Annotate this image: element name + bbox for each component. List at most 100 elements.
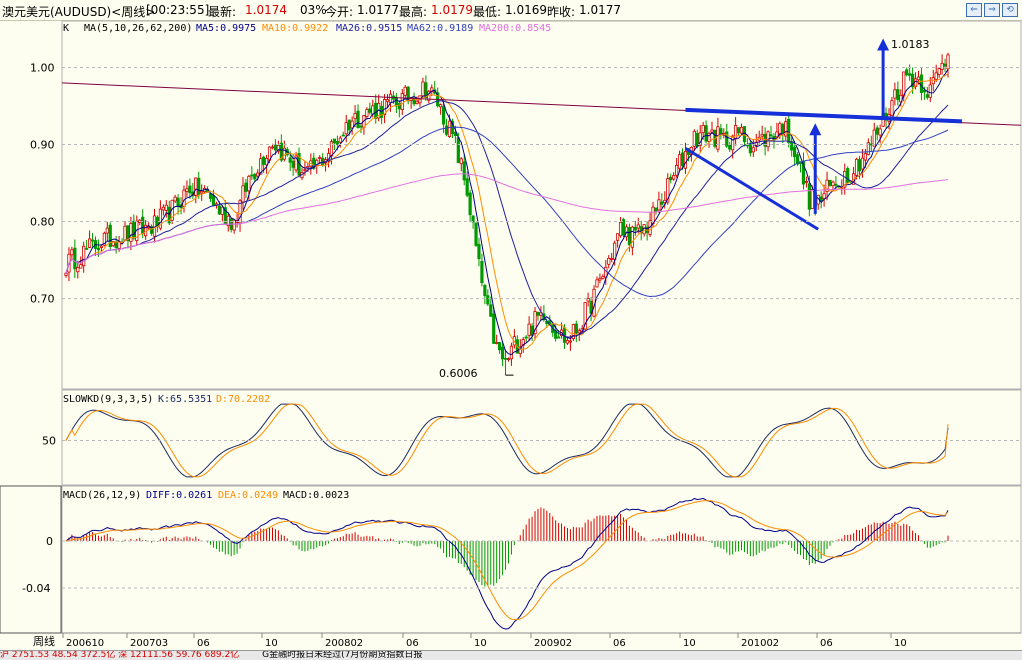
candle-body: [863, 153, 868, 161]
macd-histogram: [68, 507, 949, 587]
candle-body: [441, 106, 446, 125]
candle-body: [902, 71, 906, 97]
time-tick-label: 200610: [66, 638, 104, 649]
legend-ma200: MA200:0.8545: [479, 23, 551, 34]
legend-kd-k: K:65.5351: [158, 394, 212, 405]
kd-tick-label: 50: [42, 435, 56, 448]
annotation-low: 0.6006: [439, 367, 478, 380]
candle-body: [943, 63, 947, 67]
candle-body: [152, 215, 157, 237]
candle-body: [500, 346, 505, 360]
candle-body: [374, 102, 378, 120]
candle-body: [854, 158, 859, 176]
candle-body: [701, 125, 705, 133]
candle-body: [182, 189, 186, 207]
candle-body: [388, 93, 393, 104]
candle-body: [725, 131, 729, 147]
candle-body: [928, 84, 932, 98]
chart-area[interactable]: 1.00 0.90 0.80 0.70 50 0 -0.04 200610 200703 06 10…: [0, 0, 1022, 650]
candle-body: [483, 285, 487, 297]
candle-body: [734, 124, 738, 140]
candle-body: [241, 185, 245, 203]
candle-body: [946, 54, 950, 70]
candle-body: [536, 311, 540, 316]
time-tick-label: 06: [406, 638, 419, 649]
candle-body: [359, 125, 363, 128]
candle-body: [288, 157, 292, 163]
candle-body: [477, 243, 481, 260]
candle-body: [173, 196, 177, 202]
candle-body: [123, 225, 127, 241]
candle-body: [731, 135, 735, 151]
candle-body: [860, 157, 865, 170]
candle-body: [76, 267, 80, 273]
time-tick-label: 201002: [741, 638, 779, 649]
legend-macd-value: MACD:0.0023: [283, 490, 349, 501]
candle-body: [680, 152, 685, 167]
candle-body: [96, 247, 101, 251]
candle-body: [70, 249, 74, 256]
price-tick-label: 0.90: [30, 139, 55, 152]
candle-body: [338, 137, 342, 143]
candle-body: [627, 227, 632, 246]
candle-body: [908, 73, 912, 76]
legend-macd-dea: DEA:0.0249: [218, 490, 278, 501]
price-panel: [61, 38, 1022, 376]
candle-body: [456, 137, 460, 163]
price-tick-label: 0.70: [30, 293, 55, 306]
candle-body: [341, 134, 345, 137]
candle-body: [400, 93, 404, 111]
time-tick-label: 10: [474, 638, 487, 649]
candle-body: [318, 157, 322, 159]
candle-body: [146, 226, 151, 229]
time-tick-label: 10: [265, 638, 278, 649]
candle-body: [760, 133, 764, 137]
candle-body: [568, 340, 573, 343]
time-tick-label: 10: [683, 638, 696, 649]
candle-body: [421, 81, 425, 97]
candle-body: [471, 215, 475, 223]
candle-body: [787, 118, 791, 143]
candle-body: [893, 89, 897, 99]
candle-body: [208, 193, 213, 199]
candle-body: [872, 129, 876, 147]
candle-body: [565, 340, 570, 344]
candle-body: [250, 174, 254, 177]
candle-body: [105, 227, 109, 234]
candle-body: [857, 159, 862, 172]
candle-body: [247, 175, 251, 192]
candle-body: [344, 122, 348, 135]
candle-body: [329, 141, 334, 157]
candle-body: [412, 99, 416, 105]
candle-body: [462, 161, 466, 181]
candle-body: [480, 260, 484, 284]
neckline-drawing: [685, 107, 963, 124]
candle-body: [790, 141, 794, 151]
candle-body: [922, 89, 927, 93]
candle-body: [595, 279, 599, 288]
legend-macd-title: MACD(26,12,9): [63, 490, 141, 501]
candle-body: [465, 178, 469, 196]
candle-body: [710, 129, 714, 133]
candle-body: [82, 245, 86, 267]
candle-body: [636, 224, 640, 229]
legend-ma5: MA5:0.9975: [196, 23, 256, 34]
candle-body: [371, 105, 375, 115]
legend-ma10: MA10:0.9922: [262, 23, 328, 34]
time-tick-label: 10: [894, 638, 907, 649]
time-tick-label: 200802: [325, 638, 363, 649]
candle-body: [129, 223, 133, 242]
legend-ma62: MA62:0.9189: [407, 23, 473, 34]
candle-body: [161, 206, 165, 211]
candle-body: [365, 109, 369, 117]
legend-kd-title: SLOWKD(9,3,3,5): [63, 394, 153, 405]
candle-body: [692, 130, 696, 147]
candle-body: [654, 207, 658, 212]
time-tick-label: 06: [197, 638, 210, 649]
candle-body: [784, 121, 788, 137]
candle-body: [394, 96, 398, 107]
candle-body: [577, 330, 581, 334]
candle-body: [347, 119, 351, 131]
candle-body: [73, 247, 77, 270]
candle-body: [616, 233, 620, 241]
